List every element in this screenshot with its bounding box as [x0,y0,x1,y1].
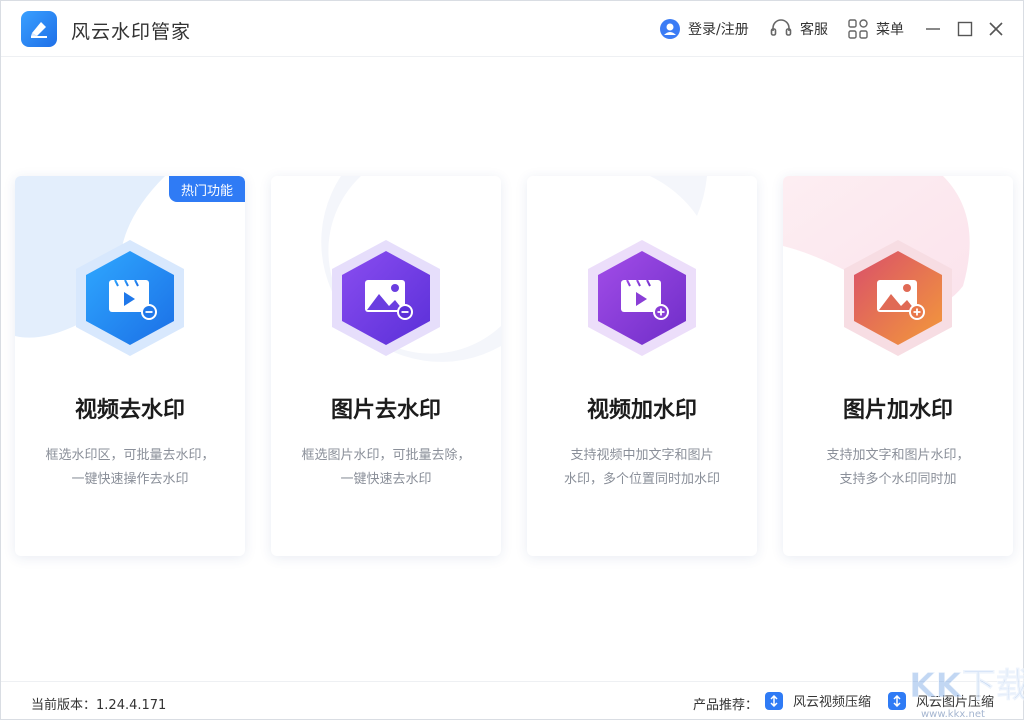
minimize-button[interactable] [921,17,945,41]
maximize-icon [957,21,973,37]
hot-feature-badge: 热门功能 [169,176,245,202]
description-line: 一键快速操作去水印 [71,472,189,487]
close-button[interactable] [984,17,1008,41]
description-line: 框选水印区，可批量去水印， [45,448,215,463]
card-background-decoration [15,176,165,338]
card-description: 支持加文字和图片水印， 支持多个水印同时加 [803,444,993,492]
menu-button[interactable]: 菜单 [848,17,904,41]
description-line: 框选图片水印，可批量去除， [301,448,471,463]
product-link-video-compress[interactable]: 风云视频压缩 [765,691,871,710]
login-register-label: 登录/注册 [688,22,749,38]
video-compress-app-icon [765,691,783,710]
card-background-decoration [321,176,501,362]
menu-label: 菜单 [876,22,904,38]
customer-service-label: 客服 [800,22,828,38]
product-name: 风云图片压缩 [916,695,995,710]
login-register-button[interactable]: 登录/注册 [660,17,749,41]
description-line: 支持多个水印同时加 [839,472,957,487]
product-link-image-compress[interactable]: 风云图片压缩 [888,691,994,710]
maximize-button[interactable] [953,17,977,41]
headset-icon [770,19,792,36]
image-remove-icon [332,240,440,356]
image-add-icon [844,240,952,356]
card-description: 框选水印区，可批量去水印， 一键快速操作去水印 [35,444,225,492]
card-title: 图片去水印 [330,398,441,423]
card-image-add-watermark[interactable]: 图片加水印 支持加文字和图片水印， 支持多个水印同时加 [783,176,1013,556]
user-avatar-icon [660,19,680,39]
description-line: 水印，多个位置同时加水印 [563,472,720,487]
product-name: 风云视频压缩 [793,695,872,710]
video-add-icon [588,240,696,356]
card-video-add-watermark[interactable]: 视频加水印 支持视频中加文字和图片 水印，多个位置同时加水印 [527,176,757,556]
card-background-decoration [783,176,970,306]
version-info: 当前版本：1.24.4.171 [31,694,166,713]
title-bar: 风云水印管家 登录/注册 客服 菜单 [1,1,1023,57]
card-description: 支持视频中加文字和图片 水印，多个位置同时加水印 [547,444,737,492]
card-image-remove-watermark[interactable]: 图片去水印 框选图片水印，可批量去除， 一键快速去水印 [271,176,501,556]
feature-cards: 热门功能 视频去水印 框选水印区，可批量去水印， 一键快速操作去水印 图片去水印… [15,176,1015,556]
status-footer: 当前版本：1.24.4.171 产品推荐： 风云视频压缩 风云图片压缩 [1,681,1023,719]
customer-service-button[interactable]: 客服 [770,17,828,41]
app-logo-icon [21,11,57,47]
close-icon [989,22,1003,36]
card-title: 图片加水印 [842,398,953,423]
card-title: 视频去水印 [74,398,185,423]
description-line: 支持视频中加文字和图片 [570,448,714,463]
version-number: 1.24.4.171 [96,698,167,713]
card-description: 框选图片水印，可批量去除， 一键快速去水印 [291,444,481,492]
app-title: 风云水印管家 [71,21,192,43]
version-label: 当前版本： [31,698,97,713]
image-compress-app-icon [888,691,906,710]
video-remove-icon [76,240,184,356]
product-recommend-label: 产品推荐： [693,698,759,713]
description-line: 一键快速去水印 [340,472,432,487]
description-line: 支持加文字和图片水印， [826,448,970,463]
card-title: 视频加水印 [586,398,697,423]
card-background-decoration [527,176,707,216]
minimize-icon [926,28,940,30]
grid-menu-icon [848,19,868,39]
card-video-remove-watermark[interactable]: 热门功能 视频去水印 框选水印区，可批量去水印， 一键快速操作去水印 [15,176,245,556]
